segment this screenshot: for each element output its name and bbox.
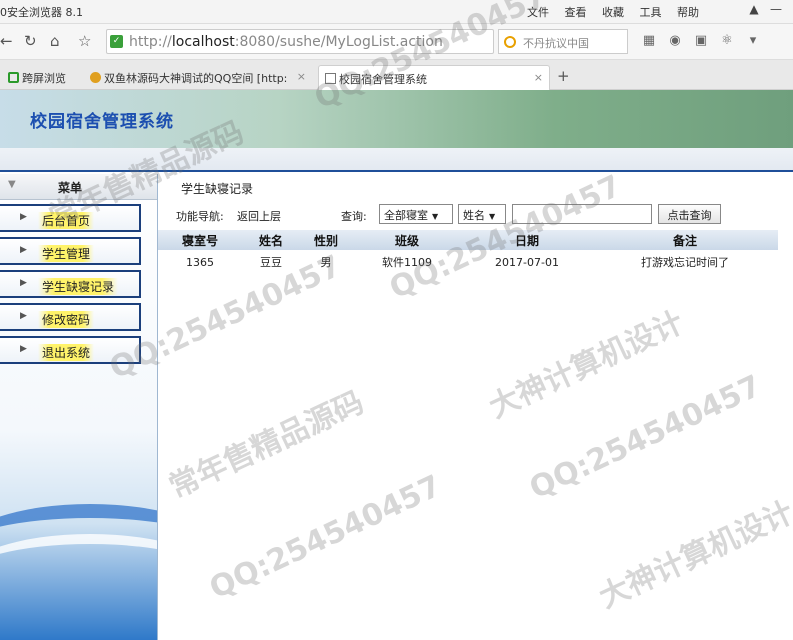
search-engine-icon — [504, 36, 516, 48]
cell-name: 豆豆 — [260, 256, 282, 269]
sidebar-item-label: 退出系统 — [38, 344, 95, 361]
sidebar-item-label: 学生管理 — [38, 245, 95, 262]
sidebar-item-password[interactable]: ▶ 修改密码 — [0, 303, 141, 331]
bullet-icon: ▶ — [20, 278, 27, 288]
menu-help[interactable]: 帮助 — [677, 6, 699, 19]
browser-menu: 文件 查看 收藏 工具 帮助 — [527, 4, 711, 20]
search-input: 不丹抗议中国 — [523, 37, 589, 50]
bullet-icon: ▶ — [20, 212, 27, 222]
toolbox-icon[interactable]: ⚛ — [714, 33, 740, 48]
app-title: 校园宿舍管理系统 — [30, 112, 174, 132]
more-icon[interactable]: ▾ — [740, 33, 766, 48]
column-header: 备注 — [592, 230, 778, 250]
window-controls: ▲ — — [743, 2, 787, 16]
browser-title: 0安全浏览器 8.1 — [0, 6, 83, 19]
sidebar-header-label: 菜单 — [58, 181, 83, 195]
tab-cross-screen[interactable]: 跨屏浏览 — [2, 65, 72, 90]
records-table: 寝室号 姓名 性别 班级 日期 备注 1365 豆豆 男 软件1109 2017… — [158, 230, 778, 274]
back-arrow-icon[interactable]: ← — [0, 32, 13, 50]
cell-dorm: 1365 — [186, 255, 214, 269]
table-row[interactable]: 1365 豆豆 男 软件1109 2017-07-01 打游戏忘记时间了 — [158, 250, 778, 274]
cell-gender: 男 — [320, 256, 332, 269]
caret-down-icon: ▼ — [489, 212, 496, 221]
guard-icon[interactable]: ◉ — [662, 33, 688, 48]
nav-label: 功能导航: — [176, 210, 224, 223]
qzone-icon — [90, 72, 101, 83]
table-header-row: 寝室号 姓名 性别 班级 日期 备注 — [158, 230, 778, 250]
tab-qq-space[interactable]: 双鱼林源码大神调试的QQ空间 [http: × — [84, 65, 312, 90]
sidebar-item-absence-records[interactable]: ▶ 学生缺寝记录 — [0, 270, 141, 298]
bullet-icon: ▶ — [20, 311, 27, 321]
query-label: 查询: — [341, 210, 367, 223]
main-content: 学生缺寝记录 功能导航: 返回上层 查询: 全部寝室 ▼ 姓名 ▼ 点击查询 寝室号… — [158, 174, 793, 640]
app-banner: 校园宿舍管理系统 — [0, 90, 793, 148]
query-toolbar: 功能导航: 返回上层 查询: 全部寝室 ▼ 姓名 ▼ 点击查询 — [158, 204, 793, 226]
caret-down-icon: ▼ — [432, 212, 439, 221]
menu-view[interactable]: 查看 — [565, 6, 587, 19]
tab-dorm-system[interactable]: 校园宿舍管理系统 × — [318, 65, 550, 90]
sidebar-item-home[interactable]: ▶ 后台首页 — [0, 204, 141, 232]
menu-file[interactable]: 文件 — [527, 6, 549, 19]
query-button[interactable]: 点击查询 — [658, 204, 721, 224]
bullet-icon: ▶ — [20, 344, 27, 354]
home-icon[interactable]: ⌂ — [50, 32, 60, 50]
sidebar-item-label: 后台首页 — [38, 212, 95, 229]
sidebar-header: ▼ 菜单 — [0, 174, 157, 200]
minimize-button[interactable]: — — [765, 2, 787, 16]
apps-icon[interactable]: ▦ — [636, 33, 662, 48]
cell-class: 软件1109 — [382, 256, 432, 269]
dorm-select[interactable]: 全部寝室 ▼ — [379, 204, 453, 224]
phone-icon — [8, 72, 19, 83]
column-header: 日期 — [462, 230, 592, 250]
search-input[interactable] — [512, 204, 652, 224]
field-select[interactable]: 姓名 ▼ — [458, 204, 506, 224]
url-bar[interactable]: ✓ http://localhost:8080/sushe/MyLogList.… — [106, 29, 494, 54]
column-header: 班级 — [352, 230, 462, 250]
column-header: 性别 — [300, 230, 352, 250]
sidebar: ▼ 菜单 ▶ 后台首页 ▶ 学生管理 ▶ 学生缺寝记录 ▶ 修改密码 ▶ 退出系… — [0, 174, 158, 640]
cell-date: 2017-07-01 — [495, 255, 559, 269]
sidebar-item-students[interactable]: ▶ 学生管理 — [0, 237, 141, 265]
shield-icon: ✓ — [110, 35, 123, 48]
search-box[interactable]: 不丹抗议中国 — [498, 29, 628, 54]
cell-remark: 打游戏忘记时间了 — [641, 256, 729, 269]
browser-titlebar: 0安全浏览器 8.1 文件 查看 收藏 工具 帮助 ▲ — — [0, 0, 793, 24]
extension-icons: ▦ ◉ ▣ ⚛ ▾ — [636, 33, 766, 48]
sidebar-item-label: 修改密码 — [38, 311, 95, 328]
back-link[interactable]: 返回上层 — [237, 208, 281, 224]
menu-favorites[interactable]: 收藏 — [602, 6, 624, 19]
sidebar-item-logout[interactable]: ▶ 退出系统 — [0, 336, 141, 364]
sidebar-item-label: 学生缺寝记录 — [38, 278, 119, 295]
chevron-down-icon: ▼ — [8, 179, 16, 190]
refresh-icon[interactable]: ↻ — [24, 32, 37, 50]
address-toolbar: ← ↻ ⌂ ☆ ✓ http://localhost:8080/sushe/My… — [0, 24, 793, 60]
close-icon[interactable]: × — [534, 71, 543, 84]
column-header: 寝室号 — [158, 230, 242, 250]
breadcrumb: 学生缺寝记录 — [181, 182, 254, 196]
close-icon[interactable]: × — [297, 70, 306, 83]
url-text: http://localhost:8080/sushe/MyLogList.ac… — [129, 34, 443, 50]
menu-tools[interactable]: 工具 — [640, 6, 662, 19]
decorative-wave — [0, 534, 157, 624]
column-header: 姓名 — [242, 230, 300, 250]
skin-icon[interactable]: ▲ — [743, 2, 765, 16]
translate-icon[interactable]: ▣ — [688, 33, 714, 48]
banner-stripe — [0, 148, 793, 172]
bullet-icon: ▶ — [20, 245, 27, 255]
tab-bar: 跨屏浏览 双鱼林源码大神调试的QQ空间 [http: × 校园宿舍管理系统 × … — [0, 60, 793, 90]
page-icon — [325, 73, 336, 84]
new-tab-button[interactable]: + — [557, 67, 570, 85]
star-icon[interactable]: ☆ — [78, 32, 91, 50]
